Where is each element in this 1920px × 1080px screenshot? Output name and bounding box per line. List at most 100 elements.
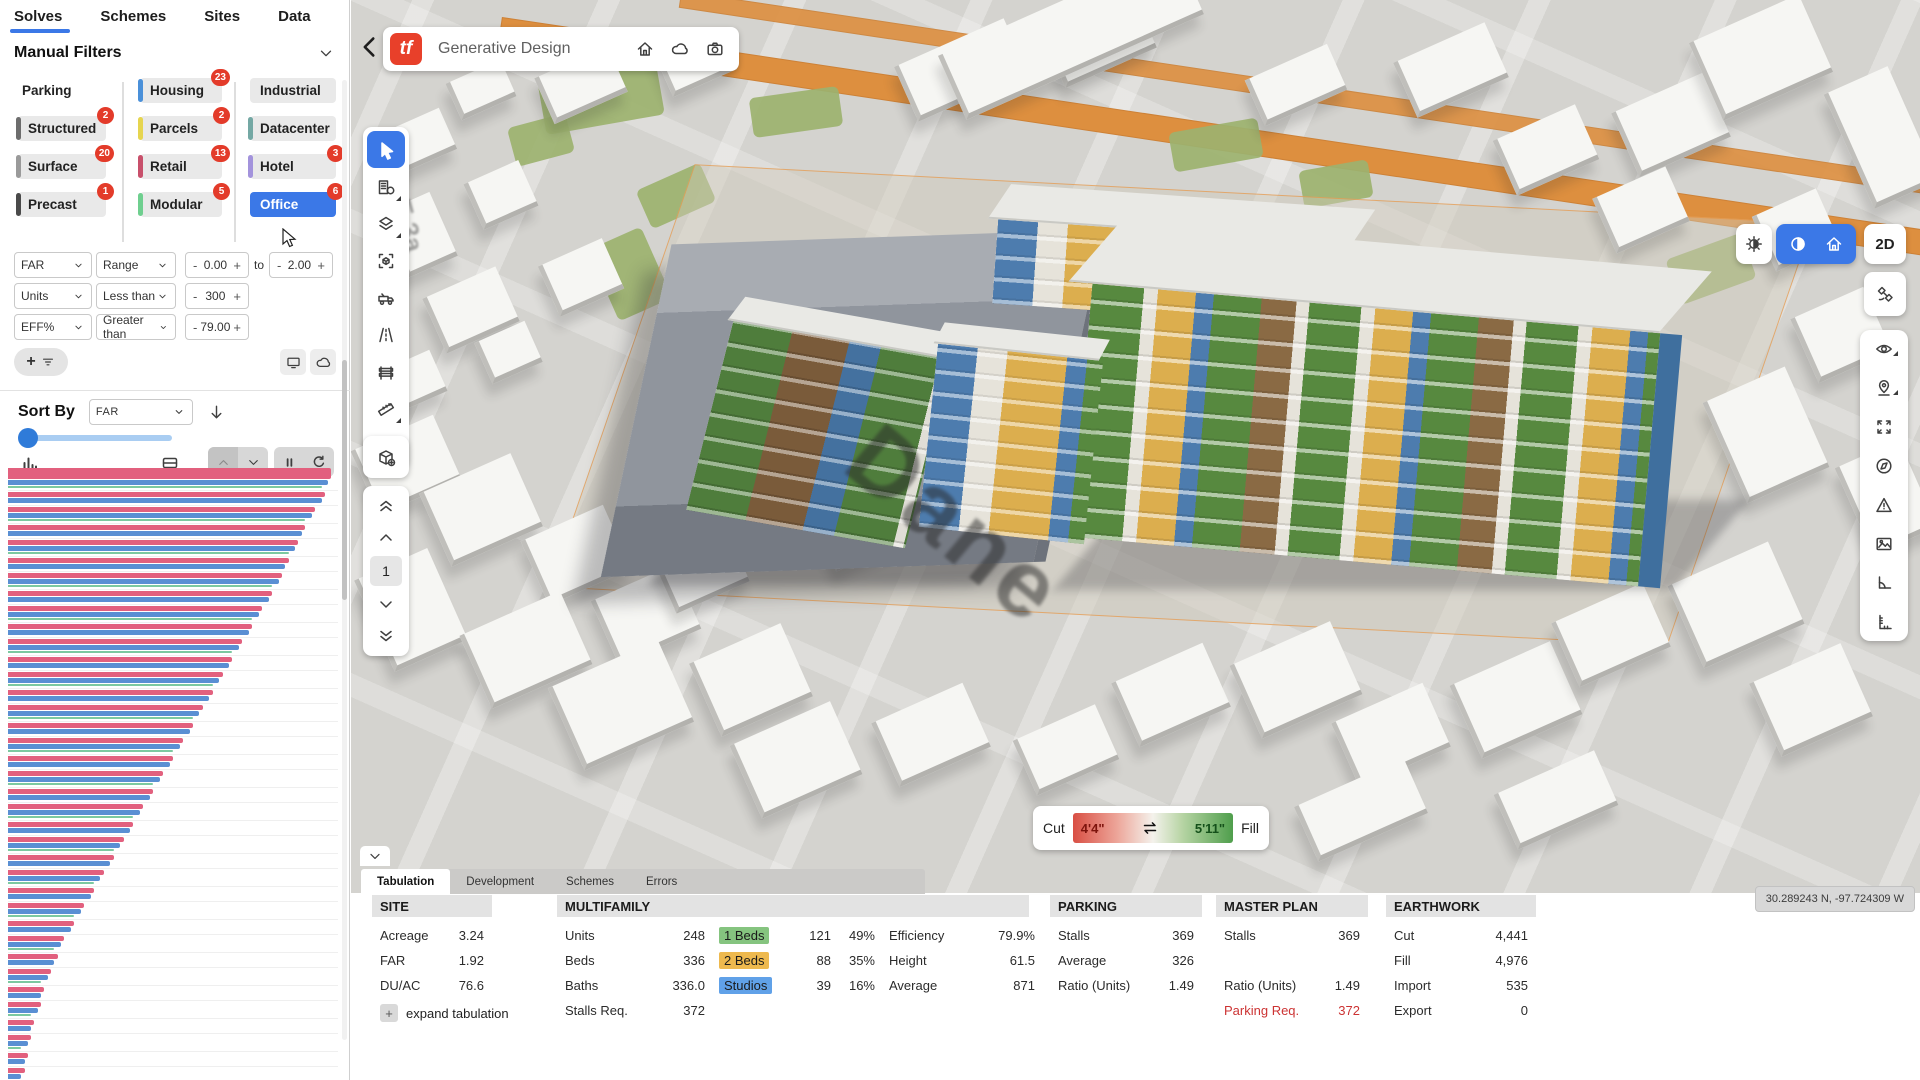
select-tool-button[interactable]: [367, 131, 405, 168]
solve-chart[interactable]: [8, 468, 338, 1080]
slider-thumb[interactable]: [18, 428, 38, 448]
transport-tool-button[interactable]: [367, 279, 405, 316]
tab-development[interactable]: Development: [450, 869, 550, 894]
add-volume-button[interactable]: [363, 436, 409, 478]
filter-field-select[interactable]: FAR: [14, 252, 92, 278]
sidebar-scrollbar[interactable]: [342, 80, 347, 1040]
sort-field-select[interactable]: FAR: [89, 399, 193, 425]
filter-field-select[interactable]: Units: [14, 283, 92, 309]
floor-down-button[interactable]: [369, 592, 403, 618]
filter-field-select[interactable]: EFF%: [14, 314, 92, 340]
filter-value-stepper[interactable]: -79.00+: [185, 314, 249, 340]
expand-tabulation-button[interactable]: + expand tabulation: [380, 1004, 550, 1022]
mp-row-label-alert: Parking Req.: [1224, 1003, 1299, 1018]
parking-section-title: PARKING: [1050, 895, 1202, 917]
camera-icon[interactable]: [705, 39, 725, 59]
cloud-icon[interactable]: [670, 39, 690, 59]
filter-button-grid: Parking Structured2 Surface20 Precast1 H…: [0, 78, 350, 248]
barrier-tool-button[interactable]: [367, 353, 405, 390]
view-toolbar: tf Generative Design: [383, 27, 739, 71]
mouse-cursor: [280, 228, 300, 250]
ew-row-label: Cut: [1394, 928, 1414, 943]
mf-value: 336.0: [649, 973, 705, 998]
filter-housing-button[interactable]: Housing23: [140, 78, 222, 103]
shadow-settings-button[interactable]: [1736, 224, 1772, 264]
cut-label: Cut: [1043, 820, 1065, 836]
filter-operator-select[interactable]: Less than: [96, 283, 176, 309]
multifamily-section: MULTIFAMILY Units 248 1 Beds 121 49% Eff…: [557, 895, 1029, 1023]
filter-hotel-button[interactable]: Hotel3: [250, 154, 336, 179]
mf-value: 121: [785, 923, 831, 948]
tab-data[interactable]: Data: [278, 8, 311, 29]
desktop-export-button[interactable]: [280, 349, 306, 375]
tab-solves[interactable]: Solves: [14, 8, 62, 29]
add-filter-button[interactable]: +: [14, 348, 68, 376]
floor-up-button[interactable]: [369, 524, 403, 550]
tab-schemes[interactable]: Schemes: [550, 869, 630, 894]
back-button[interactable]: [357, 34, 383, 60]
master-plan-section-title: MASTER PLAN: [1216, 895, 1368, 917]
view-mode-toggle[interactable]: [1776, 224, 1856, 264]
sidebar-tabs: Solves Schemes Sites Data: [0, 0, 349, 36]
site-section-title: SITE: [372, 895, 492, 917]
floor-bottom-button[interactable]: [369, 624, 403, 650]
satellite-view-button[interactable]: [1864, 272, 1906, 316]
parking-row-label: Ratio (Units): [1058, 978, 1130, 993]
collapse-filters-icon[interactable]: [317, 44, 335, 62]
solve-progress-slider[interactable]: [20, 435, 172, 441]
ew-row-label: Fill: [1394, 953, 1411, 968]
filter-industrial-button[interactable]: Industrial: [250, 78, 336, 103]
filter-parcels-button[interactable]: Parcels2: [140, 116, 222, 141]
scrollbar-thumb[interactable]: [342, 360, 347, 600]
measure-tool-button[interactable]: [367, 390, 405, 427]
focus-box-tool-button[interactable]: [367, 242, 405, 279]
parking-row-value: 326: [1172, 953, 1194, 968]
tab-tabulation[interactable]: Tabulation: [361, 869, 450, 894]
location-pin-tool-button[interactable]: [1866, 377, 1902, 399]
filter-value-stepper[interactable]: -0.00+: [185, 252, 249, 278]
cloud-sync-button[interactable]: [310, 349, 336, 375]
multifamily-section-title: MULTIFAMILY: [557, 895, 1029, 917]
toggle-2d-button[interactable]: 2D: [1864, 224, 1906, 264]
building-info-tool-button[interactable]: [367, 168, 405, 205]
mf-value: 79.9%: [977, 923, 1035, 948]
floor-top-button[interactable]: [369, 492, 403, 518]
visibility-tool-button[interactable]: [1866, 338, 1902, 360]
filter-value2-stepper[interactable]: -2.00+: [269, 252, 333, 278]
filter-retail-button[interactable]: Retail13: [140, 154, 222, 179]
filter-precast-button[interactable]: Precast1: [18, 192, 106, 217]
angle-tool-button[interactable]: [1866, 572, 1902, 594]
screenshot-tool-button[interactable]: [1866, 533, 1902, 555]
home-icon[interactable]: [635, 39, 655, 59]
filter-modular-button[interactable]: Modular5: [140, 192, 222, 217]
floor-number[interactable]: 1: [370, 556, 402, 586]
parking-section: PARKING Stalls369 Average326 Ratio (Unit…: [1050, 895, 1202, 998]
filter-operator-select[interactable]: Greater than: [96, 314, 176, 340]
filter-operator-select[interactable]: Range: [96, 252, 176, 278]
tab-sites[interactable]: Sites: [204, 8, 240, 29]
panel-collapse-button[interactable]: [360, 846, 390, 866]
road-tool-button[interactable]: [367, 316, 405, 353]
scale-ruler-tool-button[interactable]: [1866, 611, 1902, 633]
filter-office-button[interactable]: Office6: [250, 192, 336, 217]
plus-icon: +: [380, 1004, 398, 1022]
tab-errors[interactable]: Errors: [630, 869, 693, 894]
ew-row-value: 4,976: [1495, 953, 1528, 968]
unit-mix-chip: 1 Beds: [719, 927, 769, 944]
filter-surface-button[interactable]: Surface20: [18, 154, 106, 179]
compass-tool-button[interactable]: [1866, 455, 1902, 477]
warning-tool-button[interactable]: [1866, 494, 1902, 516]
site-layers-tool-button[interactable]: [367, 205, 405, 242]
filter-datacenter-button[interactable]: Datacenter: [250, 116, 336, 141]
tab-schemes[interactable]: Schemes: [100, 8, 166, 29]
map-coordinates: 30.289243 N, -97.724309 W: [1755, 886, 1915, 912]
filter-value-stepper[interactable]: -300+: [185, 283, 249, 309]
filter-structured-button[interactable]: Structured2: [18, 116, 106, 141]
fullscreen-tool-button[interactable]: [1866, 416, 1902, 438]
ew-row-label: Export: [1394, 1003, 1432, 1018]
residential-east-wing[interactable]: [1070, 218, 1688, 590]
mf-value: 248: [649, 923, 705, 948]
sort-direction-icon[interactable]: [207, 403, 226, 422]
testfit-logo[interactable]: tf: [390, 33, 422, 65]
ew-row-value: 0: [1521, 1003, 1528, 1018]
